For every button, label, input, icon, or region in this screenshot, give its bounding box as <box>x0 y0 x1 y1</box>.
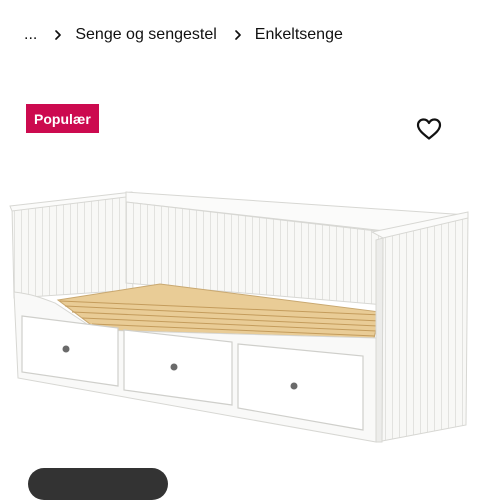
heart-outline-icon <box>416 118 442 140</box>
chevron-right-icon <box>234 30 241 40</box>
chevron-right-icon <box>55 30 62 40</box>
bottom-action-pill[interactable] <box>28 468 168 500</box>
popular-badge: Populær <box>26 104 99 133</box>
breadcrumb: ... Senge og sengestel Enkeltsenge <box>24 24 357 46</box>
breadcrumb-item-enkeltsenge[interactable]: Enkeltsenge <box>255 26 343 44</box>
product-image[interactable] <box>0 180 480 450</box>
breadcrumb-item-senge-og-sengestel[interactable]: Senge og sengestel <box>75 26 216 44</box>
breadcrumb-ellipsis[interactable]: ... <box>24 26 37 44</box>
favorite-button[interactable] <box>414 114 444 144</box>
